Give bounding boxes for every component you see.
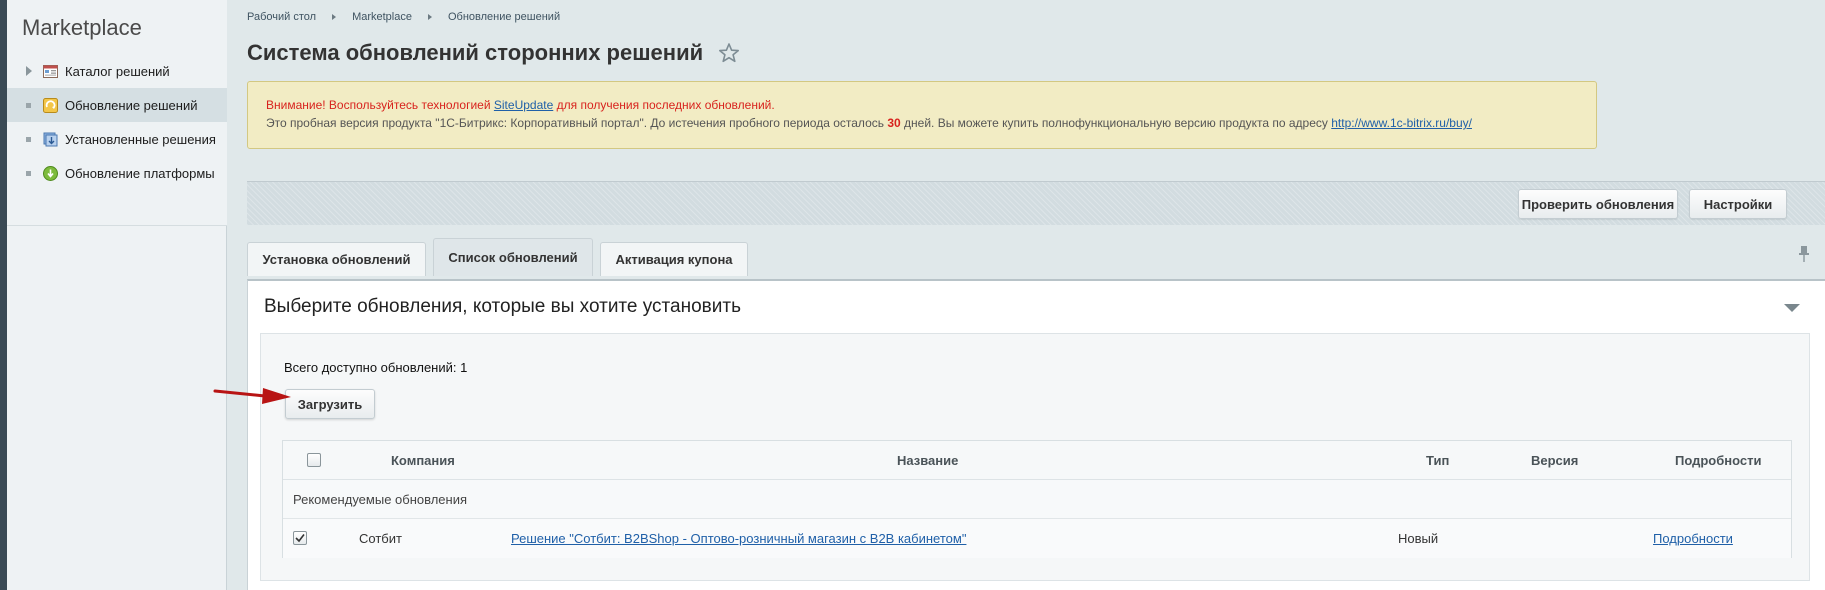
sidebar-title: Marketplace: [22, 15, 142, 40]
load-button[interactable]: Загрузить: [285, 389, 375, 419]
column-details: Подробности: [1675, 453, 1762, 468]
row-details-link[interactable]: Подробности: [1653, 531, 1733, 546]
column-version: Версия: [1531, 453, 1579, 468]
table-header: Компания Название Тип Версия Подробности: [283, 441, 1791, 480]
collapse-arrow-icon[interactable]: [1783, 303, 1801, 313]
bullet-icon: [26, 136, 31, 142]
breadcrumb-separator-icon: [332, 14, 337, 20]
tab-updates-list[interactable]: Список обновлений: [433, 238, 593, 276]
bullet-icon: [26, 170, 31, 176]
sidebar-item-label: Обновление платформы: [65, 165, 215, 181]
sidebar-item-label: Установленные решения: [65, 131, 216, 147]
sidebar-menu: Marketplace Каталог решений Обновление р…: [7, 0, 227, 226]
platform-update-icon: [42, 165, 58, 181]
check-updates-button[interactable]: Проверить обновления: [1518, 189, 1678, 219]
annotation-arrow-icon: [213, 388, 291, 404]
updates-form: Всего доступно обновлений: 1 Загрузить К…: [260, 333, 1810, 581]
bullet-icon: [26, 102, 31, 108]
row-company: Сотбит: [359, 531, 402, 546]
breadcrumb-item-desktop[interactable]: Рабочий стол: [247, 11, 316, 23]
column-type: Тип: [1426, 453, 1450, 468]
trial-alert: Внимание! Воспользуйтесь технологией Sit…: [247, 81, 1597, 149]
row-type: Новый: [1398, 531, 1439, 546]
sidebar-item-installed[interactable]: Установленные решения: [7, 122, 227, 156]
expand-arrow-icon[interactable]: [26, 66, 32, 76]
alert-warning-text: Внимание! Воспользуйтесь технологией: [266, 98, 491, 112]
trial-text-middle: дней. Вы можете купить полнофункциональн…: [904, 116, 1328, 130]
tab-coupon-activation[interactable]: Активация купона: [600, 242, 748, 276]
sidebar-item-platform-update[interactable]: Обновление платформы: [7, 156, 227, 190]
updates-table: Компания Название Тип Версия Подробности…: [282, 440, 1792, 558]
alert-warning-suffix: для получения последних обновлений.: [556, 98, 775, 112]
settings-button[interactable]: Настройки: [1689, 189, 1787, 219]
column-name: Название: [897, 453, 959, 468]
group-label: Рекомендуемые обновления: [293, 492, 468, 507]
sidebar-item-label: Обновление решений: [65, 97, 198, 113]
pin-icon[interactable]: [1797, 245, 1811, 263]
buy-link[interactable]: http://www.1c-bitrix.ru/buy/: [1331, 116, 1472, 130]
action-toolbar: Проверить обновления Настройки: [247, 181, 1825, 225]
table-group-row: Рекомендуемые обновления: [283, 480, 1791, 519]
select-all-checkbox[interactable]: [307, 453, 321, 467]
sidebar-item-label: Каталог решений: [65, 63, 170, 79]
alert-line-2: Это пробная версия продукта "1С-Битрикс:…: [266, 114, 1578, 132]
total-updates-count: Всего доступно обновлений: 1: [284, 360, 468, 375]
tab-install-updates[interactable]: Установка обновлений: [247, 242, 426, 276]
row-name-link[interactable]: Решение "Сотбит: B2BShop - Оптово-рознич…: [511, 531, 966, 546]
trial-days-count: 30: [887, 116, 901, 130]
sidebar-item-updates[interactable]: Обновление решений: [7, 88, 227, 122]
breadcrumb-item-updates[interactable]: Обновление решений: [448, 11, 560, 23]
table-row: Сотбит Решение "Сотбит: B2BShop - Оптово…: [283, 519, 1791, 558]
left-edge-strip: [0, 0, 7, 590]
siteupdate-link[interactable]: SiteUpdate: [494, 98, 553, 112]
sidebar: Marketplace Каталог решений Обновление р…: [7, 0, 227, 590]
breadcrumb-item-marketplace[interactable]: Marketplace: [352, 11, 412, 23]
update-icon: [42, 97, 58, 113]
trial-text: Это пробная версия продукта "1С-Битрикс:…: [266, 116, 884, 130]
sidebar-item-catalog[interactable]: Каталог решений: [7, 54, 227, 88]
checkmark-icon: [295, 534, 305, 543]
row-checkbox[interactable]: [293, 531, 307, 545]
panel-title: Выберите обновления, которые вы хотите у…: [264, 296, 741, 317]
column-company: Компания: [391, 453, 455, 468]
breadcrumb: Рабочий стол Marketplace Обновление реше…: [247, 11, 560, 23]
installed-icon: [42, 131, 58, 147]
alert-line-1: Внимание! Воспользуйтесь технологией Sit…: [266, 96, 1578, 114]
catalog-icon: [42, 63, 58, 79]
breadcrumb-separator-icon: [427, 14, 432, 20]
page-title: Система обновлений сторонних решений: [247, 40, 704, 65]
star-icon[interactable]: [718, 42, 740, 64]
updates-panel: Выберите обновления, которые вы хотите у…: [247, 279, 1825, 590]
